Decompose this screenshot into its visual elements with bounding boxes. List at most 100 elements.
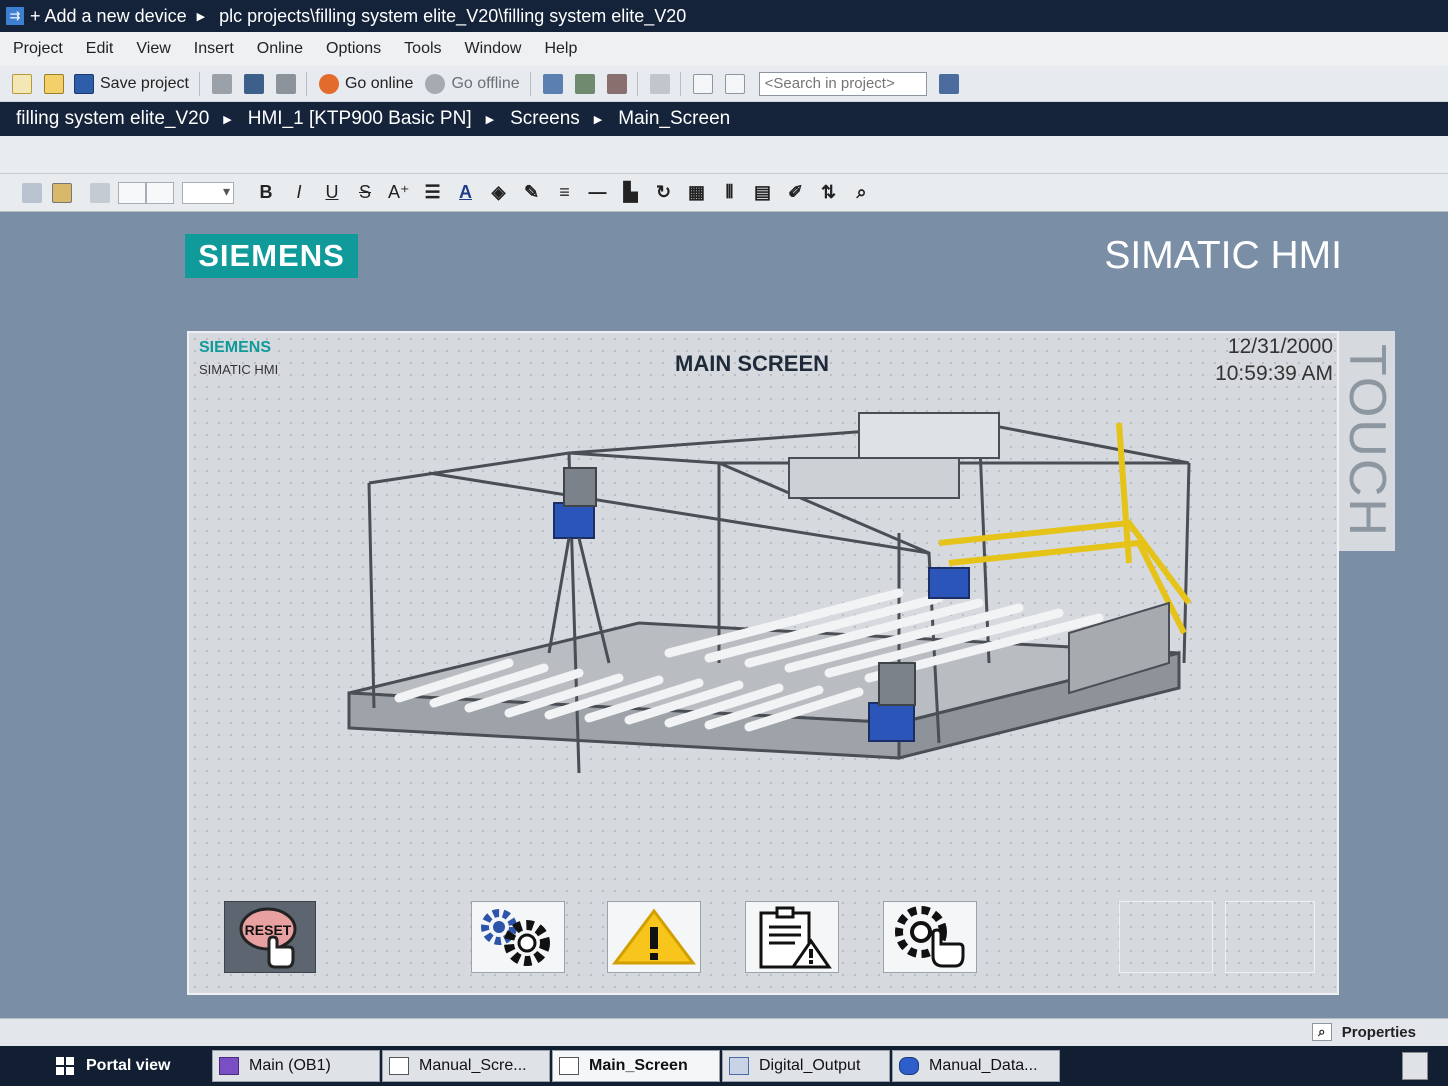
empty-button-slot[interactable] [1119, 901, 1213, 973]
underline-button[interactable]: U [322, 182, 342, 203]
portal-view-button[interactable]: Portal view [56, 1057, 210, 1075]
breadcrumb-project[interactable]: filling system elite_V20 [16, 108, 209, 130]
font-color-icon[interactable]: A [456, 182, 476, 203]
menu-options[interactable]: Options [326, 40, 381, 58]
line-color-icon[interactable]: ✎ [522, 182, 542, 203]
new-project-icon[interactable] [12, 73, 32, 94]
editor-header-strip [0, 136, 1448, 174]
magnifier-icon: ⌕ [1311, 1023, 1332, 1041]
line-style-icon[interactable]: — [588, 182, 608, 203]
go-online-button[interactable]: Go online [345, 75, 414, 93]
bold-button[interactable]: B [256, 182, 276, 203]
clipboard-warning-icon [759, 906, 832, 969]
menu-online[interactable]: Online [257, 40, 303, 58]
go-offline-button[interactable]: Go offline [451, 75, 519, 93]
conveyor-machine-graphic[interactable] [339, 363, 1199, 843]
menu-project[interactable]: Project [13, 40, 63, 58]
arrange-icon[interactable]: ▙ [621, 182, 641, 203]
save-project-button[interactable]: Save project [100, 75, 189, 93]
task-manual-screen[interactable]: Manual_Scre... [382, 1050, 550, 1082]
split-vertical-icon[interactable] [724, 73, 745, 94]
gears-icon [481, 909, 550, 966]
save-icon[interactable] [74, 73, 94, 94]
same-size-icon[interactable]: ▤ [753, 182, 773, 203]
block-icon [219, 1057, 239, 1075]
distribute-icon[interactable]: ⦀ [720, 182, 740, 203]
main-toolbar: Save project Go online Go offline [0, 66, 1448, 102]
alarm-log-button[interactable] [745, 901, 839, 973]
breadcrumb-device[interactable]: HMI_1 [KTP900 Basic PN] [248, 108, 472, 130]
menu-window[interactable]: Window [465, 40, 522, 58]
line-width-icon[interactable]: ≡ [555, 182, 575, 203]
save-as-icon[interactable] [243, 73, 264, 94]
search-binoculars-icon[interactable] [938, 73, 959, 94]
empty-button-slot[interactable] [1225, 901, 1315, 973]
date-display[interactable]: 12/31/2000 [1228, 335, 1333, 359]
menu-tools[interactable]: Tools [404, 40, 441, 58]
breadcrumb-screens[interactable]: Screens [510, 108, 580, 130]
screen-editor[interactable]: SIEMENS SIMATIC HMI SIEMENS SIMATIC HMI … [0, 212, 1448, 1018]
task-manual-data[interactable]: Manual_Data... [892, 1050, 1060, 1082]
layers-icon[interactable] [52, 182, 72, 203]
task-digital-output[interactable]: Digital_Output [722, 1050, 890, 1082]
chevron-right-icon: ▶ [485, 113, 495, 126]
fill-color-icon[interactable]: ◈ [489, 182, 509, 203]
tray-icon[interactable] [1402, 1052, 1428, 1080]
align-objects-icon[interactable]: ▦ [687, 182, 707, 203]
task-main-screen[interactable]: Main_Screen [552, 1050, 720, 1082]
align-text-icon[interactable]: ☰ [423, 182, 443, 203]
rotate-icon[interactable]: ↻ [654, 182, 674, 203]
compile-icon[interactable] [275, 73, 296, 94]
strikethrough-button[interactable]: S [355, 182, 375, 203]
task-main-ob1[interactable]: Main (OB1) [212, 1050, 380, 1082]
font-size-box[interactable] [146, 181, 174, 204]
add-device-link[interactable]: + Add a new device [30, 6, 187, 27]
template-icon[interactable] [90, 182, 110, 203]
panel-simatic-label: SIMATIC HMI [199, 362, 279, 377]
font-box[interactable] [118, 181, 146, 204]
go-online-icon[interactable] [318, 73, 339, 94]
italic-button[interactable]: I [289, 182, 309, 203]
split-horizontal-icon[interactable] [692, 73, 713, 94]
siemens-logo: SIEMENS [185, 234, 358, 278]
toolbar-divider [305, 71, 307, 96]
cross-reference-icon[interactable] [649, 73, 670, 94]
add-device-icon[interactable]: ⇉ [6, 7, 24, 25]
format-painter-icon[interactable]: ✐ [786, 182, 806, 203]
hmi-screen-panel[interactable]: SIEMENS SIMATIC HMI MAIN SCREEN 12/31/20… [187, 331, 1339, 995]
touch-label-strip: TOUCH [1338, 331, 1396, 551]
start-simulation-icon[interactable] [574, 73, 595, 94]
alarms-button[interactable] [607, 901, 701, 973]
reset-button[interactable]: RESET [224, 901, 316, 973]
simatic-hmi-title: SIMATIC HMI [1104, 234, 1342, 277]
search-input[interactable] [758, 71, 927, 96]
settings-button[interactable] [471, 901, 565, 973]
sort-icon[interactable]: ⇅ [819, 182, 839, 203]
superscript-button[interactable]: A⁺ [388, 182, 410, 203]
menu-view[interactable]: View [136, 40, 170, 58]
font-dropdown[interactable] [182, 181, 234, 204]
panel-siemens-logo: SIEMENS [199, 339, 272, 356]
screen-icon [559, 1057, 579, 1075]
accessible-devices-icon[interactable] [542, 73, 563, 94]
stop-simulation-icon[interactable] [606, 73, 627, 94]
menu-insert[interactable]: Insert [194, 40, 234, 58]
zoom-icon[interactable]: ⌕ [852, 182, 872, 203]
menu-edit[interactable]: Edit [86, 40, 114, 58]
properties-tab[interactable]: ⌕ Properties [1311, 1023, 1416, 1041]
open-project-icon[interactable] [44, 73, 64, 94]
reset-hand-icon: RESET [239, 907, 297, 969]
warning-icon [612, 908, 696, 965]
chevron-right-icon: ▶ [593, 113, 603, 126]
go-offline-icon[interactable] [425, 73, 446, 94]
screen-properties-icon[interactable] [22, 182, 42, 203]
task-label: Main (OB1) [249, 1057, 331, 1074]
time-display[interactable]: 10:59:39 AM [1215, 362, 1333, 386]
menu-help[interactable]: Help [544, 40, 577, 58]
print-icon[interactable] [211, 73, 232, 94]
task-label: Manual_Scre... [419, 1057, 527, 1074]
title-bar: ⇉ + Add a new device ▶ plc projects\fill… [0, 0, 1448, 32]
breadcrumb-main-screen[interactable]: Main_Screen [618, 108, 730, 130]
manual-mode-button[interactable] [883, 901, 977, 973]
properties-label: Properties [1341, 1023, 1416, 1041]
